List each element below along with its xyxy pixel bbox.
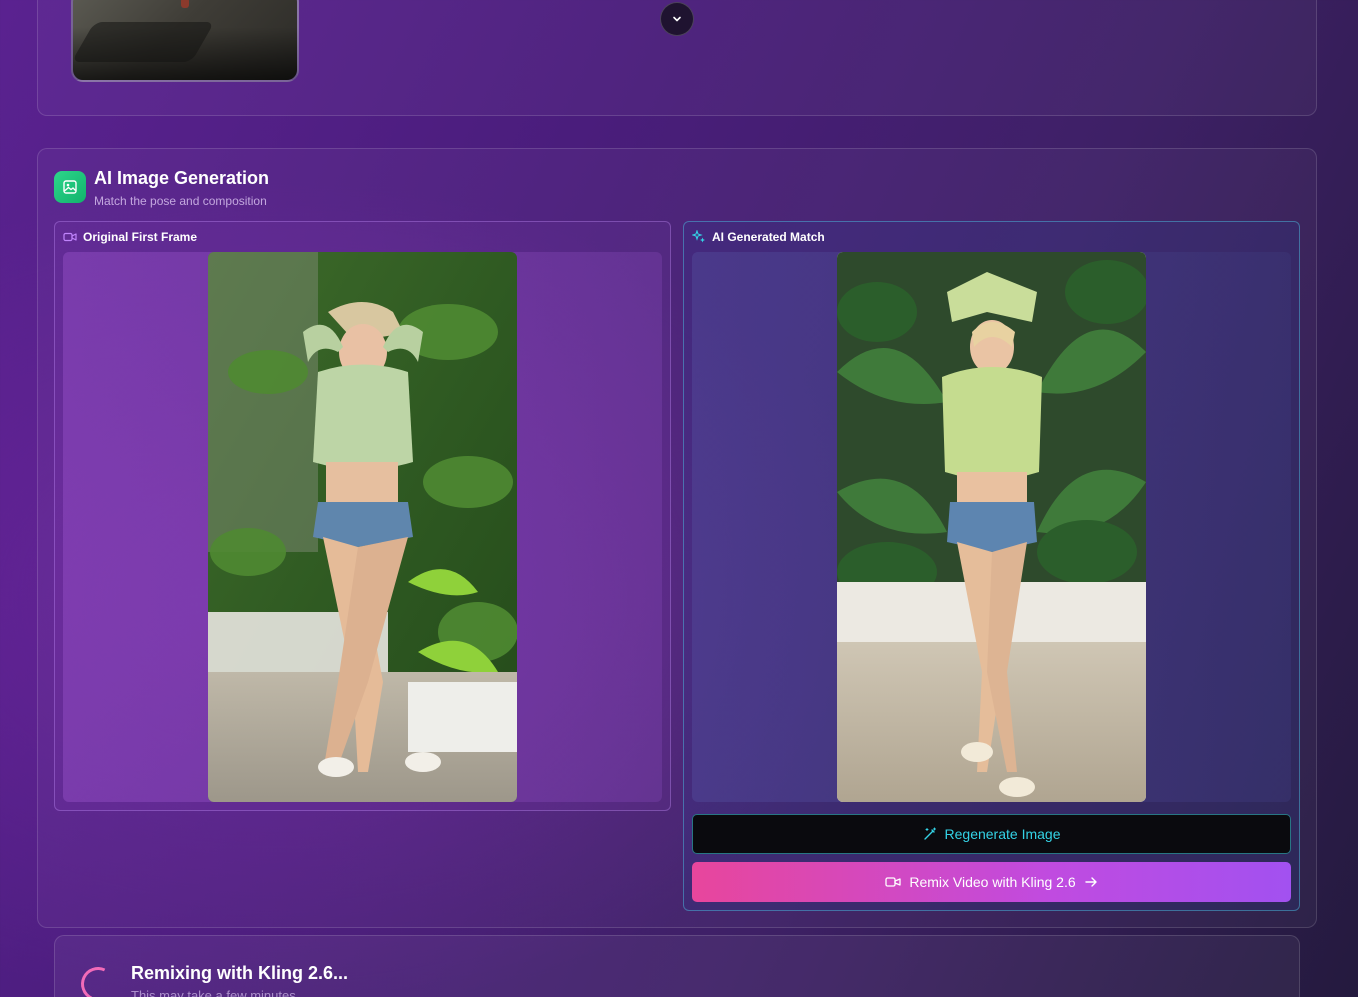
generated-match-label-text: AI Generated Match: [712, 230, 825, 244]
regenerate-image-button[interactable]: Regenerate Image: [692, 814, 1291, 854]
original-frame-container: [63, 252, 662, 802]
generated-match-image[interactable]: [837, 252, 1146, 802]
sparkles-icon: [692, 230, 705, 243]
remix-video-label: Remix Video with Kling 2.6: [909, 874, 1076, 890]
generated-match-container: [692, 252, 1291, 802]
video-camera-icon: [63, 232, 77, 242]
video-camera-icon: [885, 877, 902, 887]
magic-wand-icon: [923, 827, 936, 840]
image-icon: [54, 171, 86, 203]
section-subtitle: Match the pose and composition: [94, 194, 267, 208]
original-frame-image[interactable]: [208, 252, 517, 802]
section-title: AI Image Generation: [94, 168, 270, 188]
regenerate-image-label: Regenerate Image: [944, 826, 1061, 842]
remix-status-subtitle: This may take a few minutes: [131, 988, 296, 997]
previous-image-thumbnail[interactable]: [71, 0, 299, 82]
remix-video-button[interactable]: Remix Video with Kling 2.6: [692, 862, 1291, 902]
arrow-right-icon: [1084, 877, 1097, 887]
generated-match-label: AI Generated Match: [692, 230, 825, 244]
remix-status-title: Remixing with Kling 2.6...: [131, 963, 349, 983]
scroll-down-button[interactable]: [660, 2, 694, 36]
chevron-down-icon: [673, 16, 681, 22]
original-frame-label: Original First Frame: [63, 230, 197, 244]
original-frame-label-text: Original First Frame: [83, 230, 198, 244]
